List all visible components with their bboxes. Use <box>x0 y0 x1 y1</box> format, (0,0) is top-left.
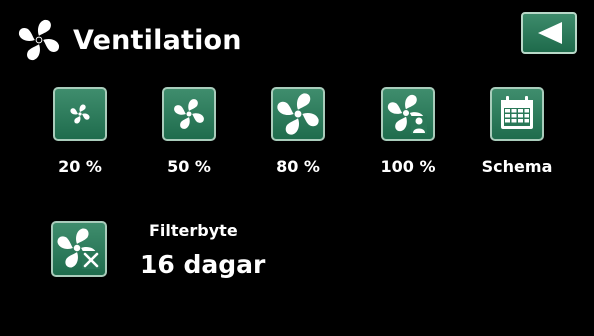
back-button[interactable] <box>521 12 577 54</box>
fan-speed-100-button[interactable] <box>381 87 435 141</box>
fan-medium-icon <box>174 99 204 129</box>
filter-change-button[interactable] <box>51 221 107 277</box>
fan-large-icon <box>277 93 319 135</box>
fan-speed-80-button[interactable] <box>271 87 325 141</box>
schema-label: Schema <box>481 157 553 176</box>
filter-change-caption: Filterbyte <box>149 221 238 240</box>
fan-speed-100-label: 100 % <box>380 157 436 176</box>
page-title: Ventilation <box>73 25 242 56</box>
fan-person-icon <box>387 94 427 134</box>
fan-tools-icon <box>57 228 100 269</box>
fan-speed-50-label: 50 % <box>167 157 211 176</box>
schema-button[interactable] <box>490 87 544 141</box>
fan-speed-50-button[interactable] <box>162 87 216 141</box>
filter-change-days: 16 dagar <box>140 250 266 279</box>
calendar-icon <box>501 96 533 129</box>
fan-speed-20-button[interactable] <box>53 87 107 141</box>
back-arrow-icon <box>538 22 562 44</box>
fan-small-icon <box>70 104 90 124</box>
ventilation-fan-icon <box>17 18 61 62</box>
fan-speed-80-label: 80 % <box>276 157 320 176</box>
fan-speed-20-label: 20 % <box>58 157 102 176</box>
